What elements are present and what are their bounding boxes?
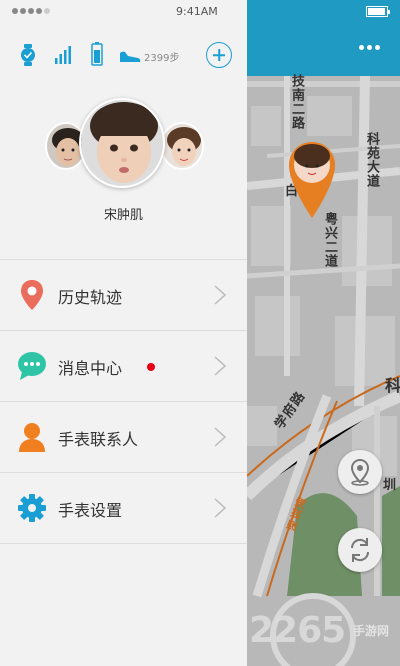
settings-gear-icon — [17, 492, 47, 524]
map-label-road: 技南二路 — [289, 74, 304, 130]
watermark-main: 2265 — [249, 610, 346, 651]
child-avatar-selected[interactable] — [79, 98, 165, 188]
menu-item-message-center[interactable]: 消息中心 — [0, 331, 247, 402]
map-panel[interactable]: 技南二路 科苑大道 粤兴二道 科 学府路 圳 白 深圳湾 2265 手游网 — [247, 0, 400, 666]
status-time: 9:41AM — [176, 5, 218, 18]
side-drawer: 9:41AM 2399步 宋肿肌 历史轨迹 消息中心 手表联系人 手表设置 — [0, 0, 247, 666]
watermark: 2265 手游网 — [247, 602, 400, 666]
battery-icon — [91, 42, 103, 70]
refresh-icon — [350, 538, 370, 562]
child-name: 宋肿肌 — [103, 208, 143, 223]
locate-button[interactable] — [338, 450, 382, 494]
child-avatar-right[interactable] — [160, 122, 204, 170]
signal-icon — [55, 44, 71, 68]
chevron-right-icon — [212, 497, 228, 519]
step-count: 2399步 — [144, 53, 180, 64]
map-view[interactable]: 技南二路 科苑大道 粤兴二道 科 学府路 圳 白 深圳湾 — [247, 74, 400, 666]
chevron-right-icon — [212, 284, 228, 306]
map-label-area: 圳 — [383, 478, 398, 493]
locate-icon — [350, 458, 370, 486]
watch-icon[interactable] — [18, 44, 38, 70]
watermark-sub: 手游网 — [353, 624, 390, 638]
menu-item-label: 手表设置 — [58, 501, 123, 520]
menu-item-watch-contacts[interactable]: 手表联系人 — [0, 402, 247, 473]
refresh-button[interactable] — [338, 528, 382, 572]
child-location-pin[interactable] — [287, 140, 337, 224]
device-toolbar: 2399步 — [0, 40, 247, 70]
chevron-right-icon — [212, 355, 228, 377]
location-pin-icon — [17, 279, 47, 311]
phone-battery-icon — [366, 6, 390, 17]
map-label-area: 科 — [385, 376, 400, 395]
add-device-button[interactable] — [206, 42, 232, 68]
menu-item-label: 手表联系人 — [58, 430, 139, 449]
menu-item-label: 历史轨迹 — [58, 288, 123, 307]
chat-bubble-icon — [17, 350, 47, 382]
menu-item-label: 消息中心 — [58, 359, 123, 378]
chevron-right-icon — [212, 426, 228, 448]
shoe-icon — [119, 48, 141, 67]
more-options-icon[interactable] — [359, 45, 380, 50]
unread-badge — [147, 363, 155, 371]
menu-item-history-track[interactable]: 历史轨迹 — [0, 260, 247, 331]
menu-item-watch-settings[interactable]: 手表设置 — [0, 473, 247, 544]
status-bar: 9:41AM — [0, 0, 247, 24]
contact-person-icon — [17, 421, 47, 453]
signal-strength-icon — [12, 8, 50, 14]
drawer-menu: 历史轨迹 消息中心 手表联系人 手表设置 — [0, 259, 247, 544]
map-label-road: 科苑大道 — [364, 132, 379, 188]
map-header — [247, 0, 400, 76]
